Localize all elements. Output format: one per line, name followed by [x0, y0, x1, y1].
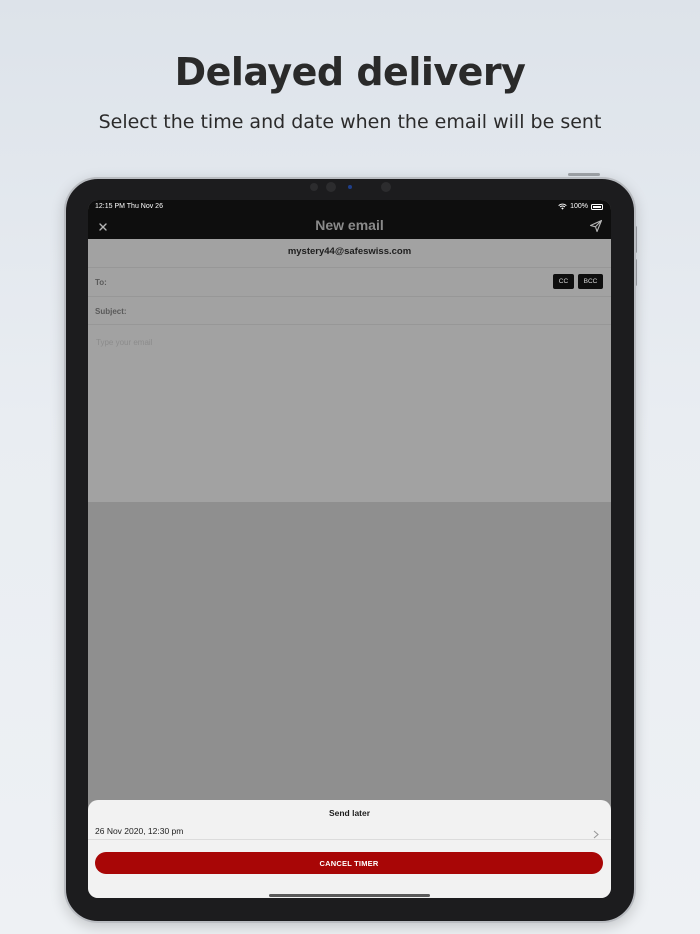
promo-headline: Delayed delivery — [174, 50, 526, 94]
sheet-title: Send later — [328, 808, 371, 818]
bcc-button[interactable]: BCC — [578, 274, 603, 289]
home-indicator — [269, 894, 430, 897]
cancel-timer-button[interactable]: CANCEL TIMER — [95, 852, 603, 874]
scheduled-date: 26 Nov 2020, 12:30 pm — [95, 826, 184, 836]
nav-bar: New email — [88, 214, 611, 239]
status-bar: 12:15 PM Thu Nov 26 100% — [88, 200, 611, 214]
scheduled-date-row[interactable]: 26 Nov 2020, 12:30 pm — [88, 821, 611, 840]
battery-percent: 100% — [570, 203, 588, 210]
device-top-button — [568, 173, 600, 176]
to-field[interactable]: To: CC BCC — [88, 267, 611, 296]
from-address: mystery44@safeswiss.com — [287, 246, 412, 257]
subject-label: Subject: — [95, 307, 127, 316]
cc-button[interactable]: CC — [553, 274, 574, 289]
sensor-dot — [310, 183, 318, 191]
camera-lens-secondary — [381, 182, 391, 192]
to-label: To: — [95, 278, 107, 287]
indicator-light — [348, 185, 352, 189]
status-time: 12:15 PM Thu Nov 26 — [95, 203, 163, 210]
battery-icon — [591, 203, 603, 210]
subject-field[interactable]: Subject: — [88, 296, 611, 325]
chevron-right-icon — [593, 826, 599, 839]
send-icon[interactable] — [589, 219, 603, 233]
wifi-icon — [558, 203, 567, 210]
app-screen: 12:15 PM Thu Nov 26 100% New email myste… — [88, 200, 611, 898]
email-body-input[interactable]: Type your email — [96, 338, 152, 347]
camera-lens — [326, 182, 336, 192]
status-indicators: 100% — [558, 203, 603, 210]
send-later-sheet: Send later 26 Nov 2020, 12:30 pm CANCEL … — [88, 800, 611, 898]
compose-form: mystery44@safeswiss.com To: CC BCC Subje… — [88, 239, 611, 502]
nav-title: New email — [315, 217, 384, 233]
promo-subline: Select the time and date when the email … — [98, 111, 602, 133]
